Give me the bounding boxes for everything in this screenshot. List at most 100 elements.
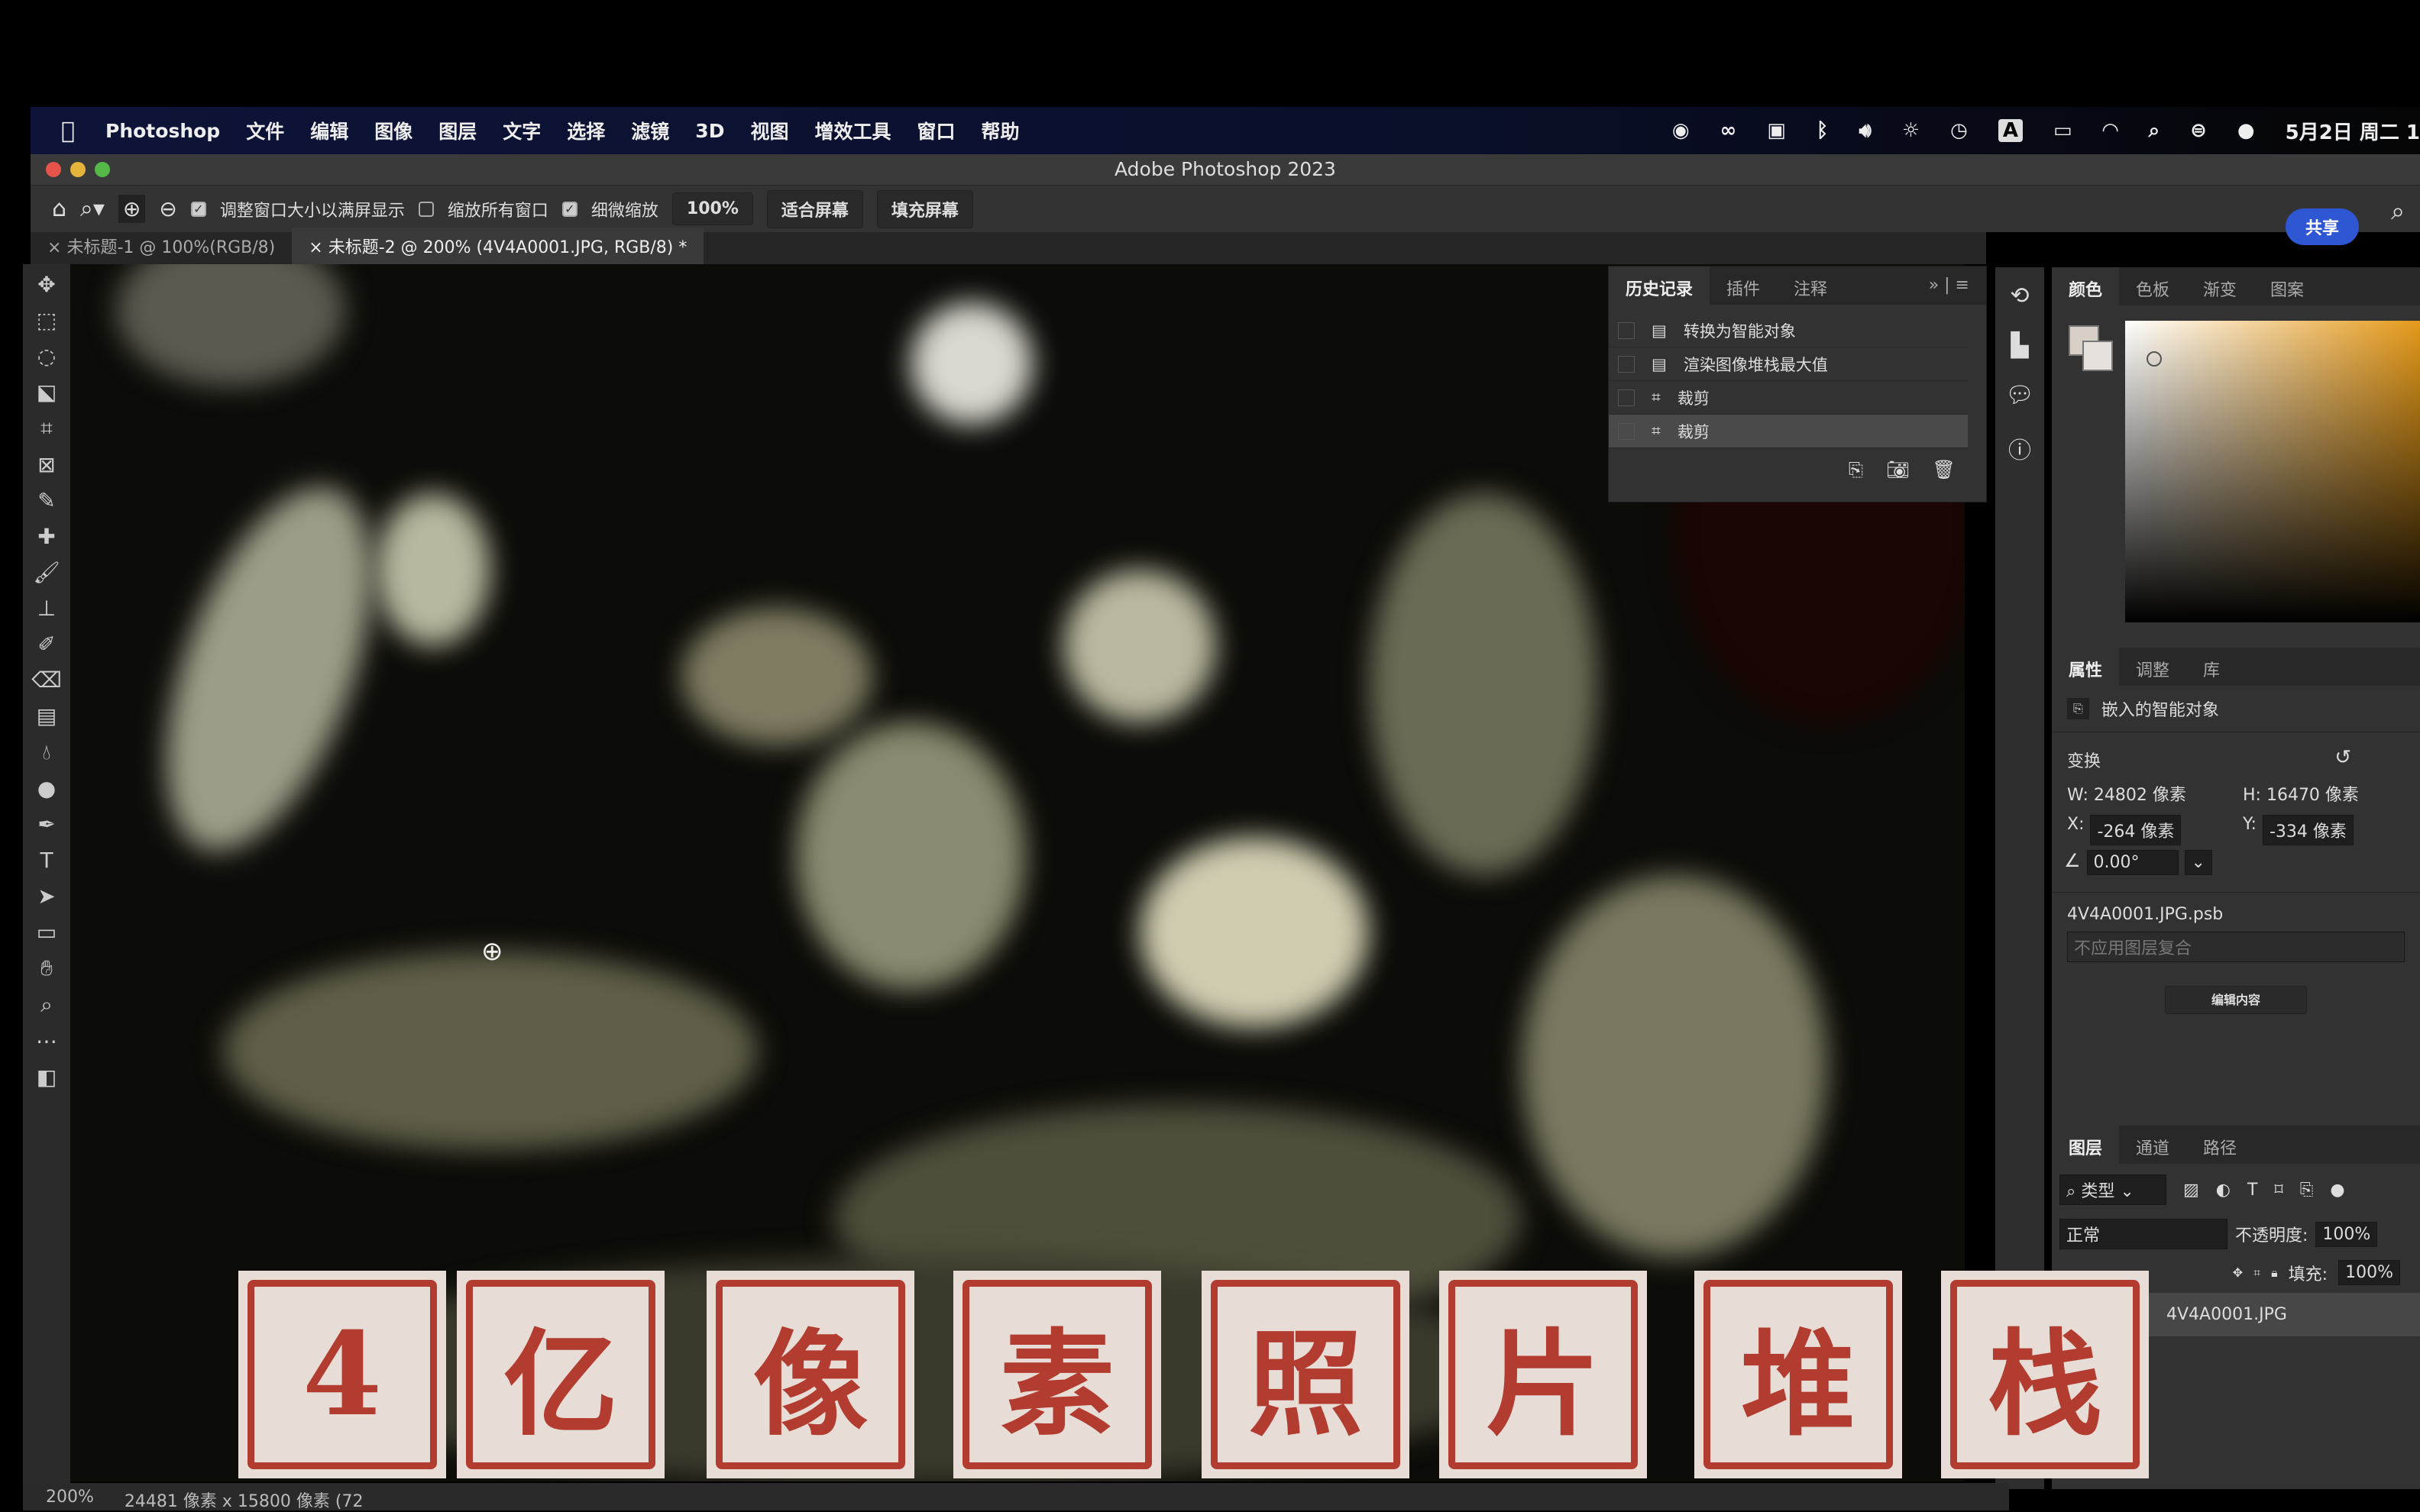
opacity-field[interactable]: 100% <box>2315 1221 2378 1247</box>
filter-toggle-icon[interactable]: ● <box>2330 1181 2344 1200</box>
history-brush-icon[interactable]: ✐ <box>37 632 55 657</box>
layer-filter-select[interactable]: ⌕ 类型 ⌄ <box>2059 1174 2166 1205</box>
background-color-swatch[interactable] <box>2082 341 2113 371</box>
menu-select[interactable]: 选择 <box>567 117 605 144</box>
angle-dropdown[interactable]: ⌄ <box>2184 850 2212 875</box>
pen-tool-icon[interactable]: ✒ <box>37 812 55 837</box>
menu-layer[interactable]: 图层 <box>438 117 477 144</box>
tab-properties[interactable]: 属性 <box>2052 648 2120 686</box>
history-item[interactable]: ⌗ 裁剪 <box>1609 415 1968 448</box>
path-select-tool-icon[interactable]: ➤ <box>37 884 55 909</box>
type-filter-icon[interactable]: T <box>2247 1181 2257 1200</box>
menu-3d[interactable]: 3D <box>695 120 724 142</box>
tab-adjustments[interactable]: 调整 <box>2119 648 2186 686</box>
bluetooth-icon[interactable]: ᛒ <box>1817 119 1829 142</box>
creative-cloud-icon[interactable]: ∞ <box>1720 119 1737 142</box>
spotlight-icon[interactable]: ⌕ <box>2149 119 2160 143</box>
volume-icon[interactable]: 🔊︎ <box>1859 119 1871 143</box>
move-tool-icon[interactable]: ✥ <box>37 272 55 297</box>
wechat-icon[interactable]: ◉ <box>1672 119 1690 142</box>
pixel-filter-icon[interactable]: ▨ <box>2183 1181 2199 1200</box>
gradient-tool-icon[interactable]: ▤ <box>37 703 57 729</box>
tab-paths[interactable]: 路径 <box>2186 1126 2253 1164</box>
brightness-icon[interactable]: ☼ <box>1902 119 1920 142</box>
y-field[interactable]: -334 像素 <box>2262 815 2354 845</box>
marquee-tool-icon[interactable]: ⬚ <box>37 308 57 333</box>
history-item[interactable]: ▤ 转换为智能对象 <box>1609 314 1968 347</box>
edit-contents-button[interactable]: 编辑内容 <box>2164 986 2307 1014</box>
menu-app[interactable]: Photoshop <box>105 120 220 142</box>
scrubby-zoom-checkbox[interactable]: ✓ <box>561 201 578 217</box>
crop-tool-icon[interactable]: ⌗ <box>40 415 53 441</box>
color-picker-field[interactable] <box>2125 321 2420 622</box>
maximize-button[interactable] <box>95 162 110 177</box>
frame-tool-icon[interactable]: ⊠ <box>37 452 55 477</box>
brush-tool-icon[interactable]: 🖌︎ <box>33 560 60 585</box>
layer-comp-select[interactable]: 不应用图层复合 <box>2067 932 2405 962</box>
zoom-100-button[interactable]: 100% <box>671 192 753 225</box>
menu-plugins[interactable]: 增效工具 <box>814 117 891 144</box>
control-center-icon[interactable]: ⊜ <box>2190 119 2207 142</box>
shape-tool-icon[interactable]: ▭ <box>37 919 57 945</box>
fit-screen-button[interactable]: 适合屏幕 <box>766 189 863 228</box>
menu-window[interactable]: 窗口 <box>917 117 955 144</box>
hand-tool-icon[interactable]: ✋︎ <box>40 955 53 981</box>
lock-all-icon[interactable]: 🔒︎ <box>2271 1265 2278 1281</box>
tab-swatches[interactable]: 色板 <box>2119 267 2186 305</box>
adjustment-filter-icon[interactable]: ◐ <box>2216 1181 2231 1200</box>
zoom-all-checkbox[interactable] <box>418 201 434 217</box>
more-tools-icon[interactable]: ⋯ <box>36 1029 57 1054</box>
clock[interactable]: 5月2日 周二 1 <box>2286 117 2420 145</box>
share-button[interactable]: 共享 <box>2285 208 2359 245</box>
tab-history[interactable]: 历史记录 <box>1609 267 1710 305</box>
menu-type[interactable]: 文字 <box>503 117 541 144</box>
zoom-level[interactable]: 200% <box>46 1488 94 1507</box>
zoom-tool-icon[interactable]: ⌕ <box>40 992 53 1018</box>
x-field[interactable]: -264 像素 <box>2090 815 2182 845</box>
eraser-tool-icon[interactable]: ⌫ <box>31 667 62 693</box>
color-swatches-icon[interactable]: ◧ <box>37 1065 57 1090</box>
history-panel-icon[interactable]: ⟲ <box>2010 283 2029 309</box>
panel-menu-icon[interactable]: » | ≡ <box>1912 267 1986 305</box>
blur-tool-icon[interactable]: 💧︎ <box>42 739 50 765</box>
dodge-tool-icon[interactable]: ● <box>37 776 56 801</box>
fill-screen-button[interactable]: 填充屏幕 <box>876 189 973 228</box>
menu-edit[interactable]: 编辑 <box>310 117 348 144</box>
angle-field[interactable]: 0.00° <box>2086 850 2179 875</box>
tab-patterns[interactable]: 图案 <box>2253 267 2321 305</box>
smart-filter-icon[interactable]: ⎘ <box>2300 1181 2314 1200</box>
snapshot-icon[interactable]: 📷︎ <box>1886 459 1909 480</box>
blend-mode-select[interactable]: 正常 <box>2059 1219 2228 1249</box>
eyedropper-tool-icon[interactable]: ✎ <box>37 488 55 513</box>
home-icon[interactable]: ⌂ <box>52 195 66 222</box>
screen-icon[interactable]: ▣ <box>1767 119 1786 142</box>
tab-gradients[interactable]: 渐变 <box>2186 267 2253 305</box>
tab-untitled-1[interactable]: × 未标题-1 @ 100%(RGB/8) <box>31 228 292 264</box>
tab-channels[interactable]: 通道 <box>2119 1126 2186 1164</box>
type-tool-icon[interactable]: T <box>40 848 53 873</box>
time-machine-icon[interactable]: ◷ <box>1950 119 1968 142</box>
new-document-from-state-icon[interactable]: ⎘ <box>1849 459 1863 480</box>
zoom-in-icon[interactable]: ⊕ <box>118 195 146 223</box>
tab-notes[interactable]: 注释 <box>1777 267 1844 305</box>
menu-help[interactable]: 帮助 <box>982 117 1020 144</box>
search-icon[interactable]: ⌕ <box>2391 196 2405 226</box>
menu-file[interactable]: 文件 <box>246 117 284 144</box>
tab-plugins[interactable]: 插件 <box>1710 267 1777 305</box>
info-icon[interactable]: ⓘ <box>2008 431 2031 465</box>
tab-libraries[interactable]: 库 <box>2186 648 2237 686</box>
apple-icon[interactable]:  <box>61 118 75 144</box>
comments-icon[interactable]: 💬︎ <box>2005 382 2034 409</box>
lock-artboard-icon[interactable]: ⌗ <box>2253 1265 2260 1281</box>
wifi-icon[interactable]: ◠ <box>2103 119 2118 142</box>
siri-icon[interactable]: ● <box>2237 119 2255 142</box>
zoom-tool-icon[interactable]: ⌕▾ <box>80 195 105 222</box>
tab-untitled-2[interactable]: × 未标题-2 @ 200% (4V4A0001.JPG, RGB/8) * <box>292 228 704 264</box>
menu-image[interactable]: 图像 <box>374 117 412 144</box>
quick-select-tool-icon[interactable]: ⬕ <box>37 380 57 405</box>
history-item[interactable]: ▤ 渲染图像堆栈最大值 <box>1609 347 1968 381</box>
healing-tool-icon[interactable]: ✚ <box>37 524 55 549</box>
shape-filter-icon[interactable]: ⌑ <box>2274 1181 2282 1200</box>
plugins-icon[interactable]: ▙ <box>2011 332 2028 359</box>
trash-icon[interactable]: 🗑︎ <box>1933 459 1956 480</box>
